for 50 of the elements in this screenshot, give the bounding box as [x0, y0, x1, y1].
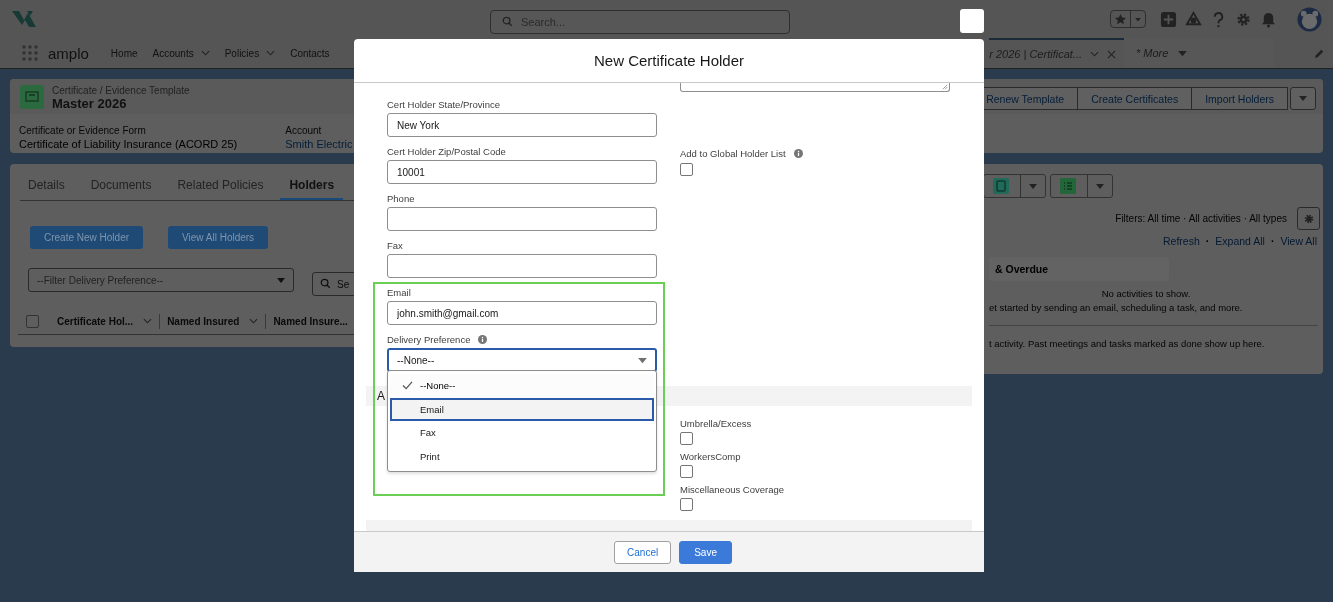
field-label: Phone [387, 193, 416, 204]
field-label: Certificate or Evidence Form [19, 124, 147, 137]
input-field[interactable]: 10001 [387, 160, 657, 184]
holder-button[interactable]: Create New Holder [30, 226, 144, 249]
action-button[interactable]: Import Holders [1191, 87, 1288, 110]
empty-title: No activities to show. [1101, 288, 1191, 299]
field-label: Email [387, 287, 412, 298]
column-header[interactable]: Named Insured [160, 313, 267, 329]
field-label: Umbrella/Excess [680, 418, 753, 429]
dropdown-option[interactable]: Fax [390, 421, 654, 445]
input-field[interactable]: New York [387, 113, 657, 137]
field-label: Account [285, 124, 323, 137]
dropdown-option[interactable]: Email [390, 397, 654, 421]
tab[interactable]: Related Policies [168, 164, 273, 200]
field-label: Add to Global Holder List [680, 148, 786, 159]
field-label: Fax [387, 240, 404, 251]
action-button[interactable]: Create Certificates [1077, 87, 1193, 110]
activity-link[interactable]: Expand All [1215, 235, 1265, 247]
past-activity-hint: t activity. Past meetings and tasks marked as done show up here. [989, 338, 1266, 349]
holder-button[interactable]: View All Holders [168, 226, 269, 249]
email-field[interactable]: john.smith@gmail.com [387, 301, 657, 325]
field-label: Cert Holder Zip/Postal Code [387, 146, 507, 157]
field-label: WorkersComp [680, 451, 742, 462]
column-header[interactable]: Certificate Hol... [50, 313, 161, 329]
nav-item[interactable]: Accounts [152, 47, 210, 59]
app-name: amplo [48, 44, 89, 62]
separator-dot: · [1205, 235, 1210, 247]
field-label: Miscellaneous Coverage [680, 484, 786, 495]
nav-item[interactable]: Home [110, 47, 138, 59]
field-label: Delivery Preference [387, 334, 471, 345]
nav-item[interactable]: Policies [224, 47, 276, 59]
separator-dot: · [1270, 235, 1275, 247]
filters-text: Filters: All time · All activities · All types [1115, 213, 1287, 224]
dropdown-option[interactable]: Print [390, 444, 654, 468]
column-header[interactable]: Named Insure... [266, 313, 355, 329]
footer-button[interactable]: Save [679, 540, 732, 564]
tab[interactable]: Holders [280, 164, 344, 200]
section-header[interactable]: & Overdue [989, 257, 1169, 281]
account-link[interactable]: Smith Electric [285, 138, 353, 151]
tab[interactable]: Details [20, 164, 74, 200]
modal-title: New Certificate Holder [593, 52, 745, 69]
nav-item[interactable]: Contacts [290, 47, 330, 59]
filter-select[interactable]: --Filter Delivery Preference-- [28, 268, 294, 292]
empty-hint: et started by sending an email, scheduling a task, and more. [989, 302, 1244, 313]
tab[interactable]: Documents [81, 164, 161, 200]
record-title: Master 2026 [52, 98, 128, 110]
activity-link[interactable]: View All [1280, 235, 1317, 247]
activity-link[interactable]: Refresh [1163, 235, 1200, 247]
footer-button[interactable]: Cancel [614, 540, 672, 564]
field-label: Cert Holder State/Province [387, 99, 501, 110]
